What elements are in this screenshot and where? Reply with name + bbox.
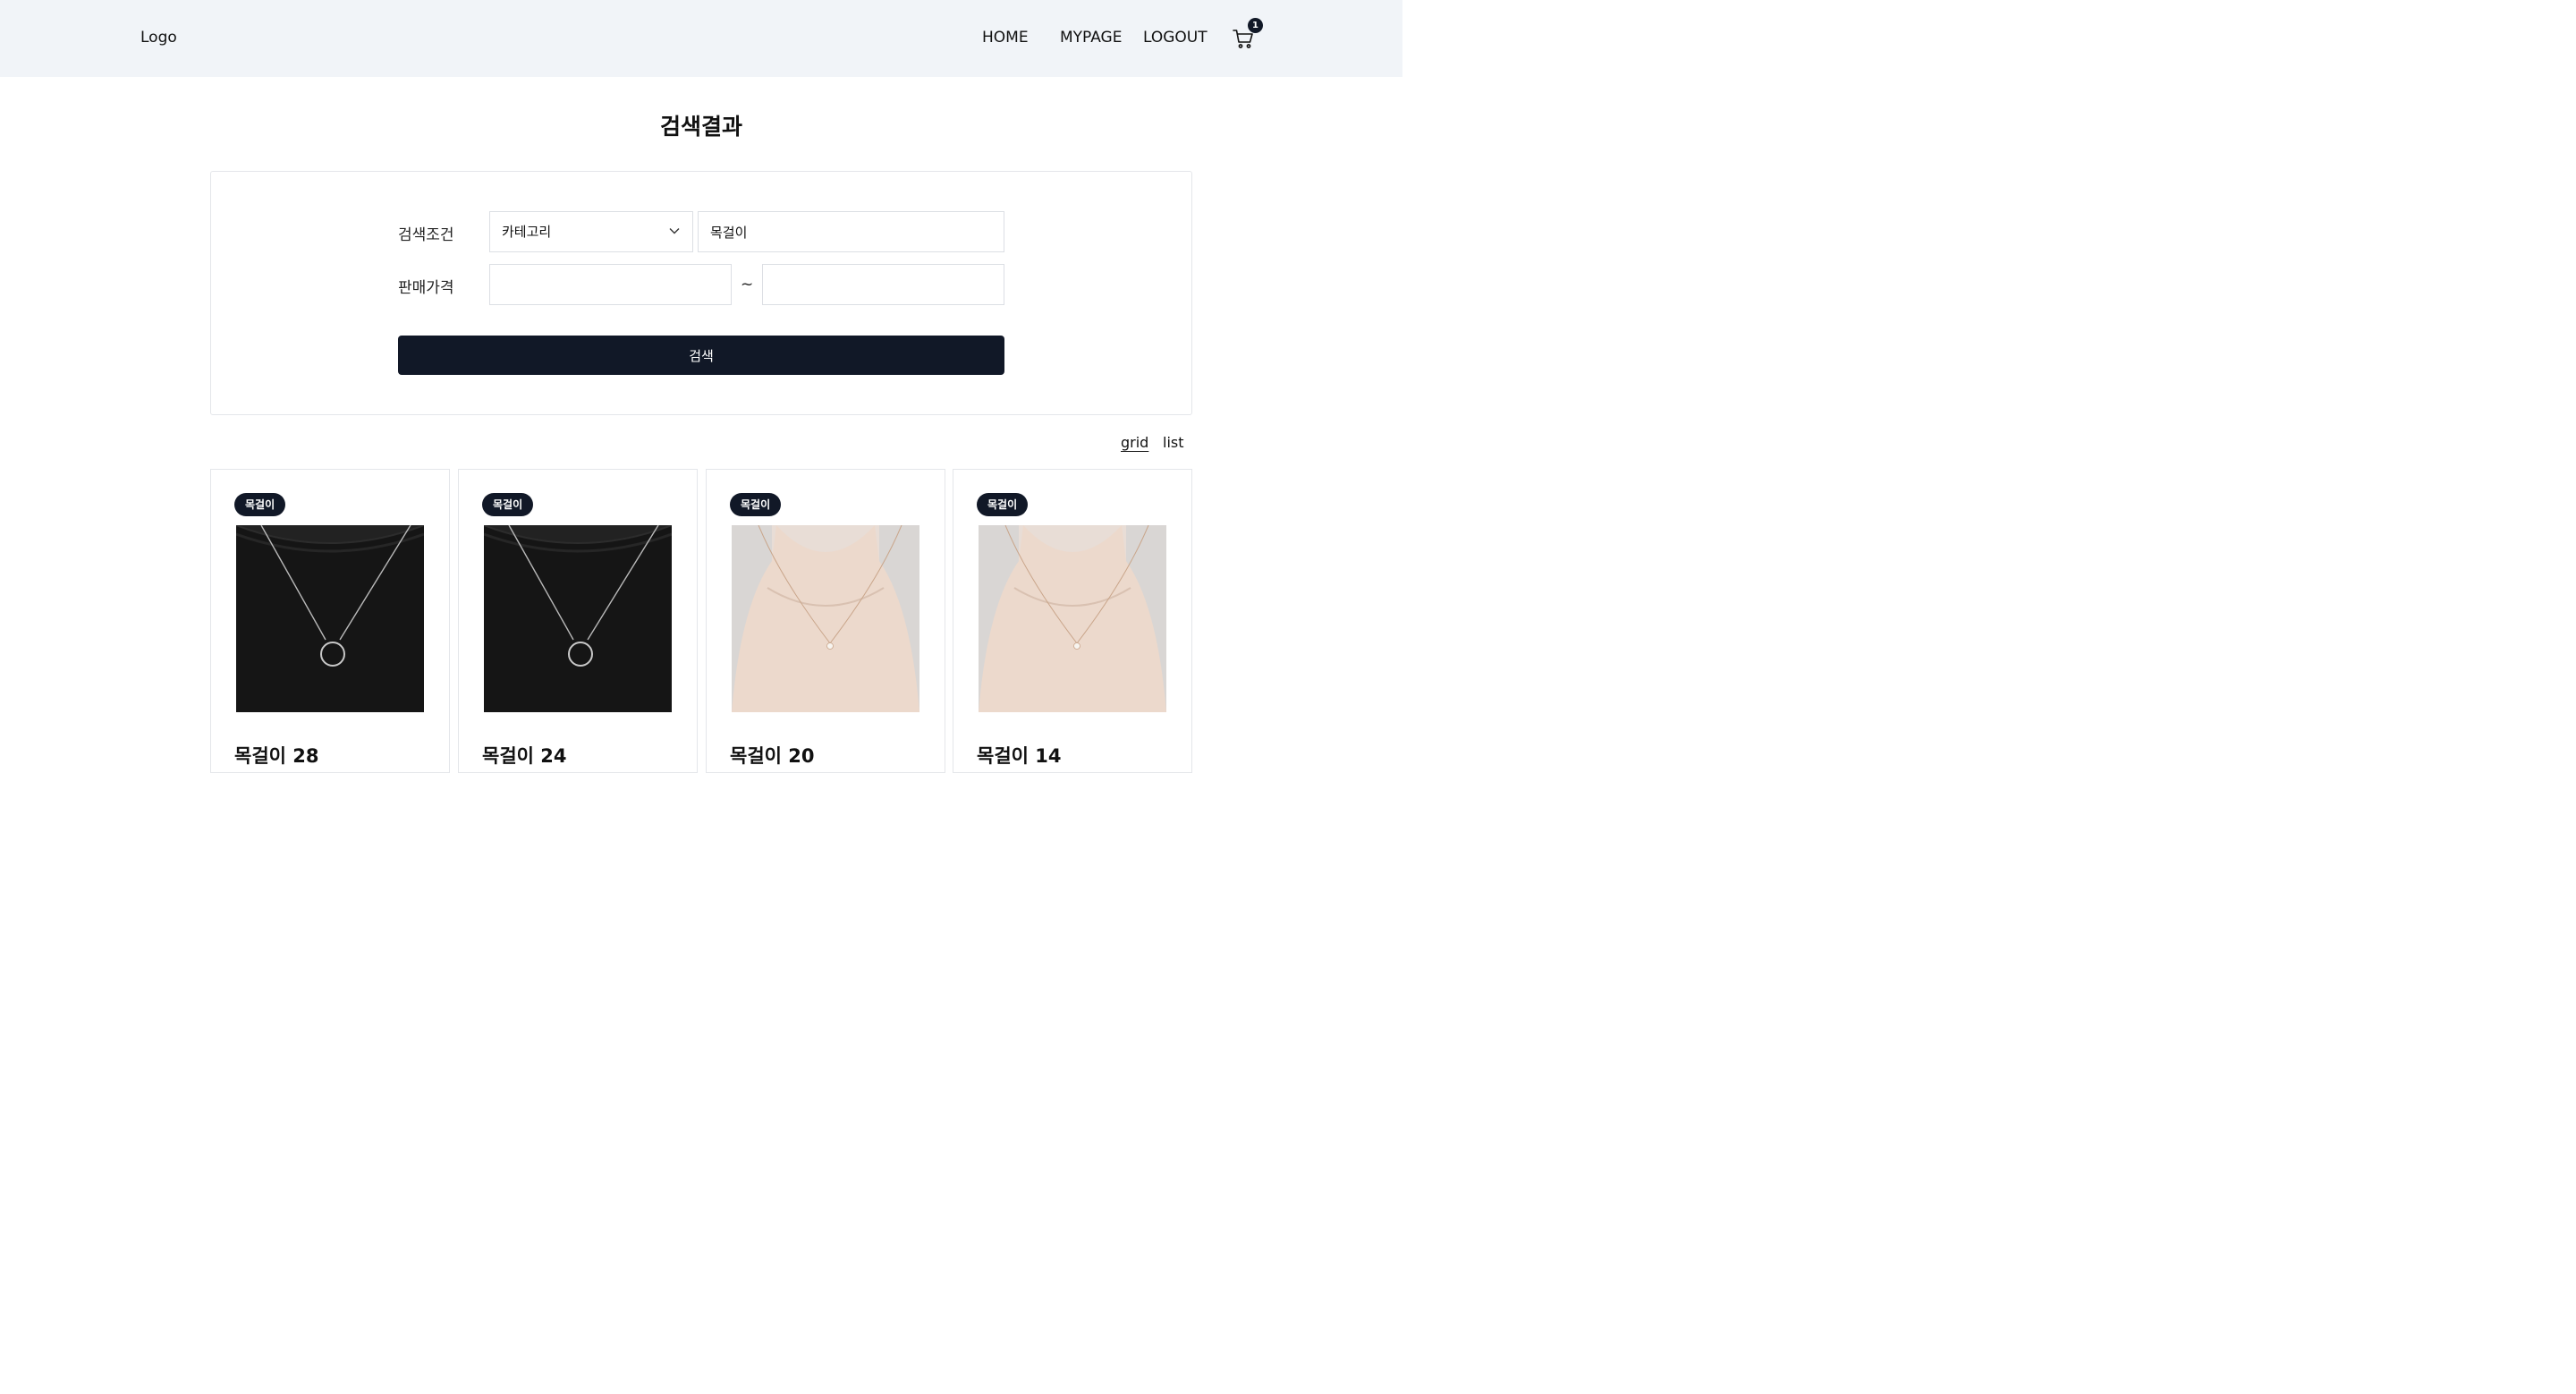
category-select-value: 카테고리 [502,224,552,240]
product-card[interactable]: 목걸이 목걸이 20 [706,469,945,773]
site-header: Logo HOME MYPAGE LOGOUT 1 [0,0,1402,77]
product-name[interactable]: 목걸이 28 [234,742,319,769]
logo[interactable]: Logo [140,29,177,47]
nav-home[interactable]: HOME [982,29,1029,47]
chevron-down-icon [669,228,680,234]
product-image[interactable] [732,525,919,712]
view-grid-toggle[interactable]: grid [1121,434,1148,451]
nav-logout[interactable]: LOGOUT [1143,29,1208,47]
cart-count-badge: 1 [1248,18,1263,33]
page-title: 검색결과 [659,114,742,140]
product-name[interactable]: 목걸이 20 [730,742,815,769]
price-max-input[interactable] [762,264,1004,305]
product-card[interactable]: 목걸이 목걸이 14 [953,469,1192,773]
category-badge: 목걸이 [730,493,782,516]
product-image[interactable] [979,525,1166,712]
price-range-separator: ~ [741,276,754,293]
product-name[interactable]: 목걸이 24 [482,742,567,769]
product-name[interactable]: 목걸이 14 [977,742,1062,769]
price-label: 판매가격 [398,279,454,297]
search-button[interactable]: 검색 [398,336,1004,375]
product-image[interactable] [484,525,672,712]
search-condition-label: 검색조건 [398,226,454,244]
category-badge: 목걸이 [234,493,286,516]
search-keyword-input[interactable] [698,211,1004,252]
product-card[interactable]: 목걸이 목걸이 28 [210,469,450,773]
category-select[interactable]: 카테고리 [489,211,693,252]
product-card[interactable]: 목걸이 목걸이 24 [458,469,698,773]
nav-mypage[interactable]: MYPAGE [1060,29,1122,47]
price-min-input[interactable] [489,264,732,305]
category-badge: 목걸이 [977,493,1029,516]
product-image[interactable] [236,525,424,712]
category-badge: 목걸이 [482,493,534,516]
view-list-toggle[interactable]: list [1163,434,1184,451]
